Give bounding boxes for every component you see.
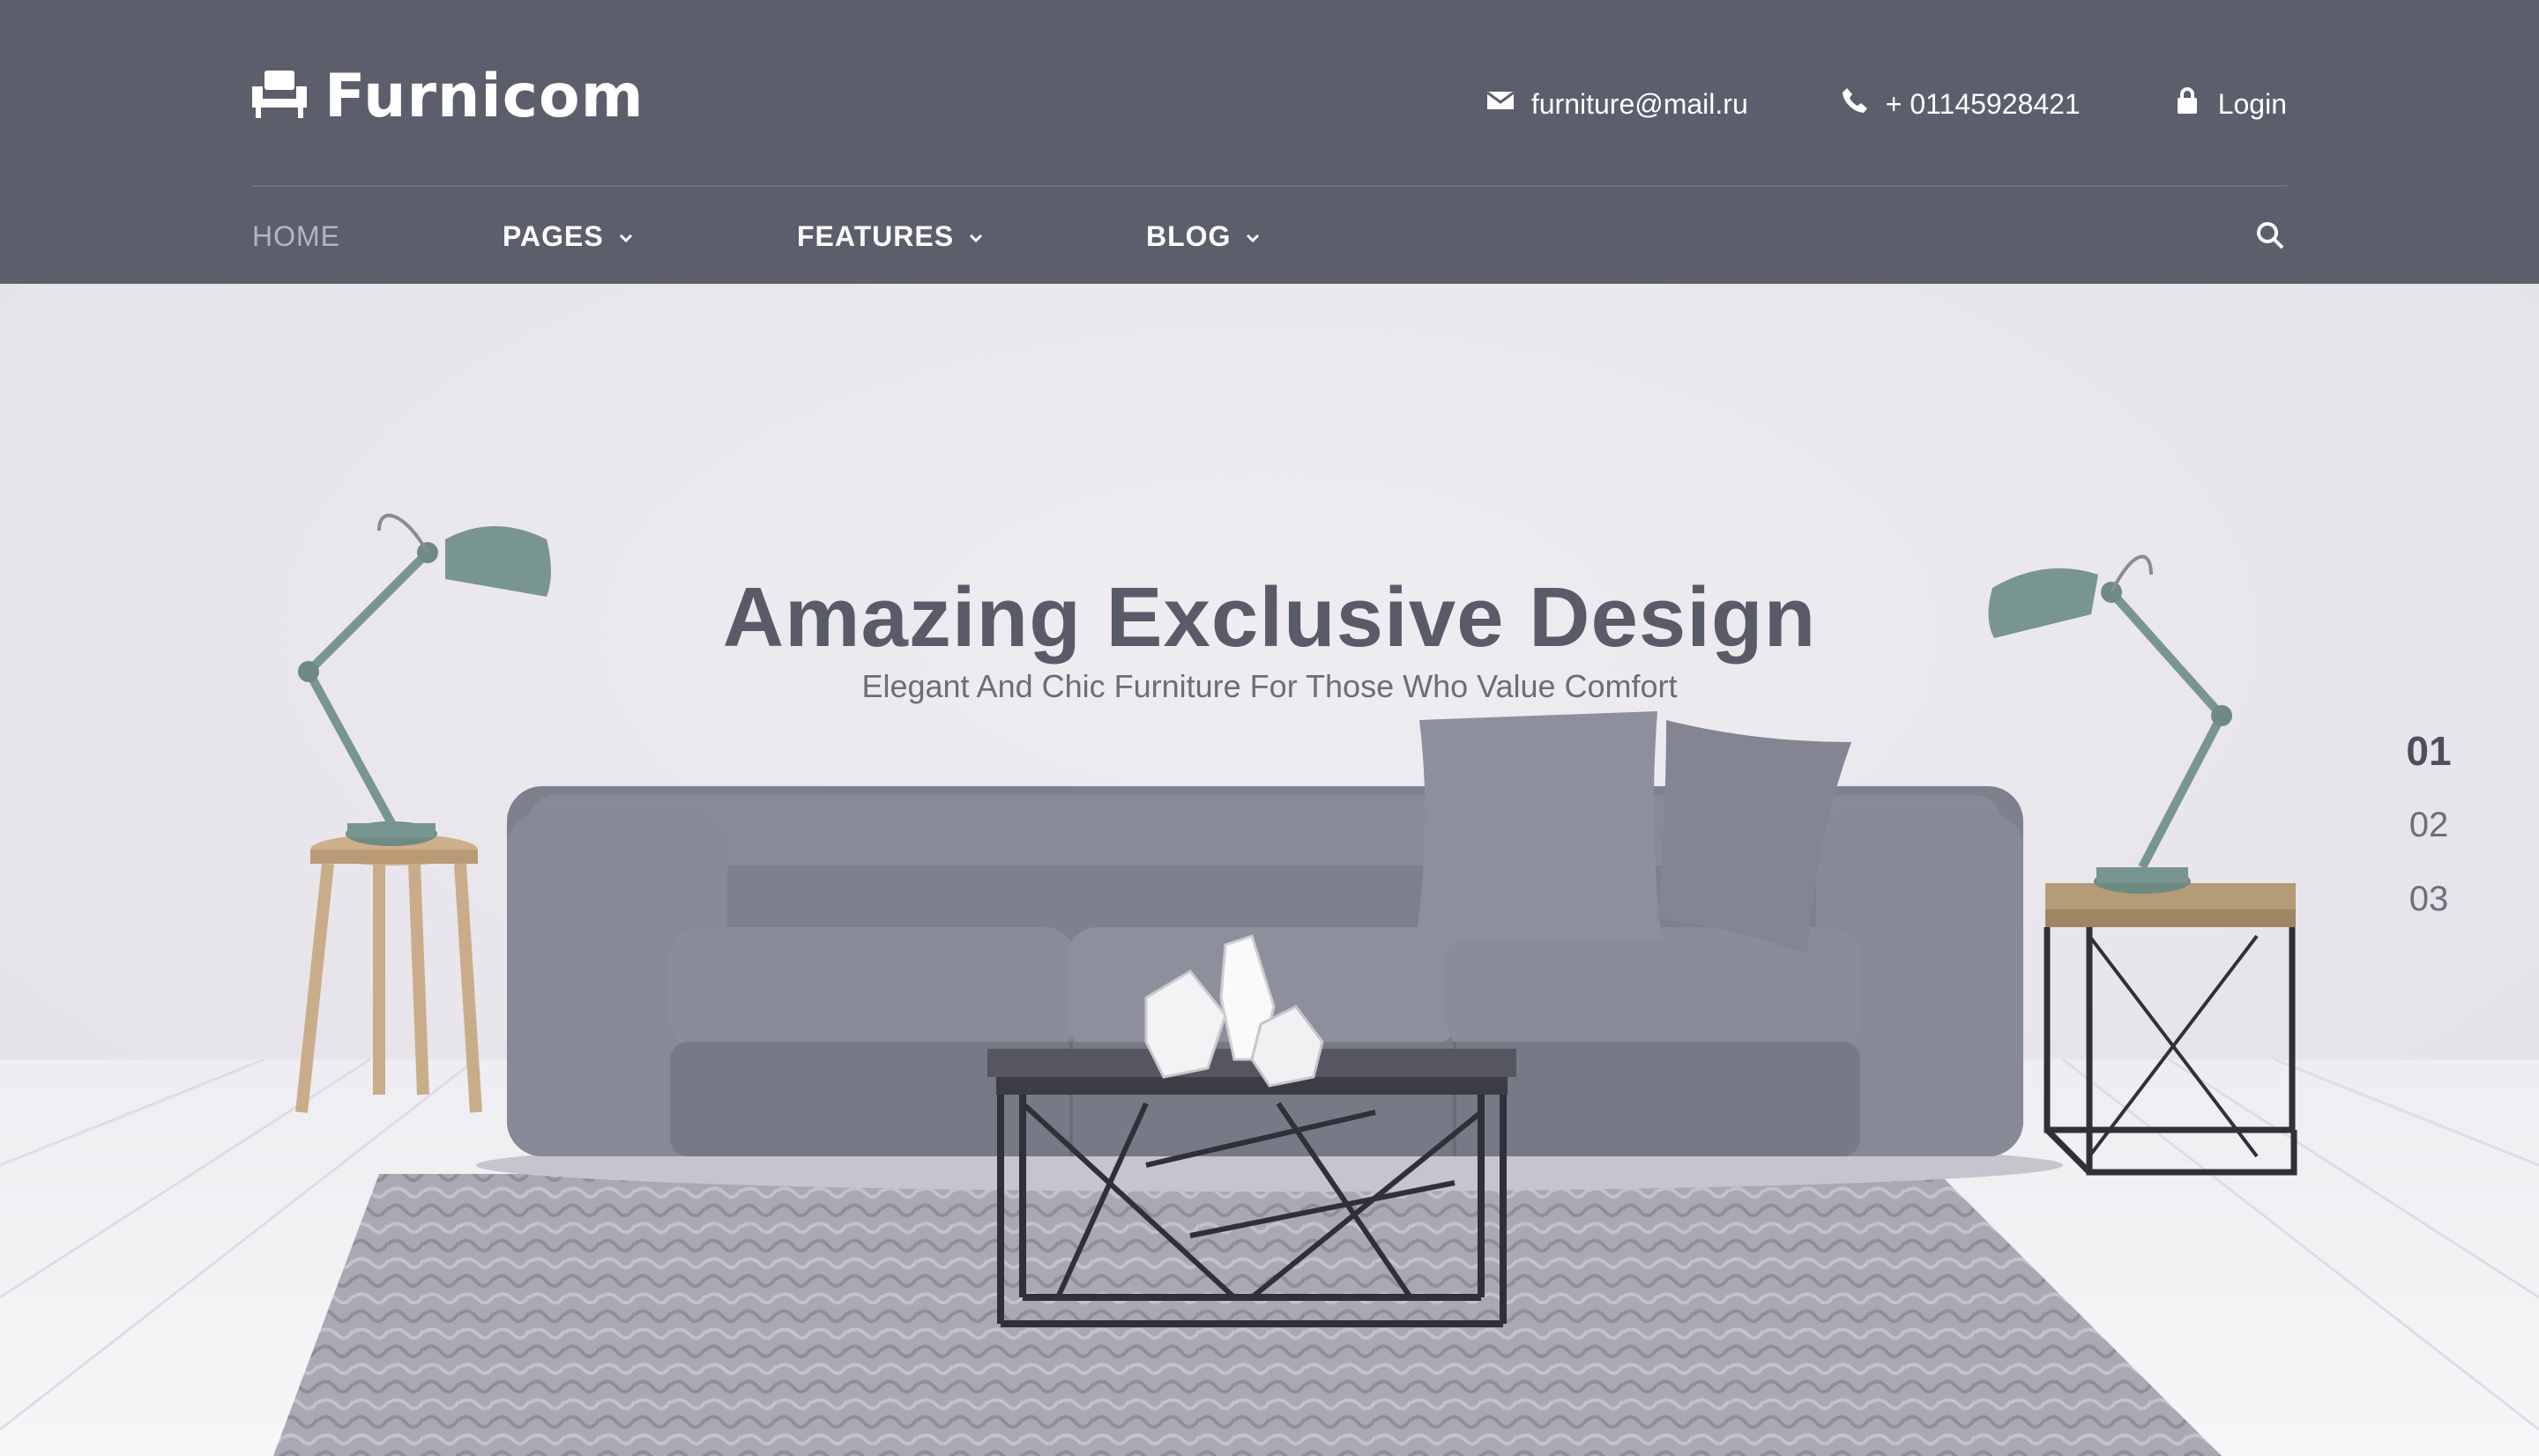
hero-subtitle: Elegant And Chic Furniture For Those Who… [861, 668, 1678, 704]
envelope-icon [1485, 85, 1515, 123]
nav-home-label: HOME [252, 219, 340, 252]
search-icon [2253, 222, 2287, 256]
nav-features-label: FEATURES [797, 219, 955, 252]
login-text: Login [2217, 87, 2287, 120]
nav-home[interactable]: HOME [252, 217, 340, 256]
phone-text: + 01145928421 [1885, 87, 2081, 120]
slide-dot-2[interactable]: 02 [2409, 788, 2449, 862]
hero-slider: Amazing Exclusive Design Elegant And Chi… [0, 284, 2539, 1456]
chevron-down-icon [968, 220, 984, 253]
hero-title: Amazing Exclusive Design [722, 570, 1817, 665]
email-link[interactable]: furniture@mail.ru [1485, 85, 1748, 123]
top-bar: Furnicom furniture@mail.ru + 01145928421… [252, 0, 2287, 187]
contact-bar: furniture@mail.ru + 01145928421 Login [1485, 78, 2287, 130]
brand-name: Furnicom [324, 61, 644, 131]
email-text: furniture@mail.ru [1530, 87, 1748, 120]
phone-icon [1840, 85, 1870, 123]
search-button[interactable] [2253, 219, 2287, 252]
chevron-down-icon [618, 220, 634, 253]
nav-blog[interactable]: BLOG [1146, 217, 1261, 256]
armchair-icon [252, 67, 307, 126]
slide-pagination: 01 02 03 [2389, 714, 2468, 936]
living-room-image [0, 284, 2539, 1456]
site-header: Furnicom furniture@mail.ru + 01145928421… [0, 0, 2539, 284]
phone-link[interactable]: + 01145928421 [1840, 85, 2081, 123]
nav-features[interactable]: FEATURES [797, 217, 984, 256]
nav-pages[interactable]: PAGES [503, 217, 634, 256]
lock-icon [2172, 85, 2202, 123]
nav-blog-label: BLOG [1146, 219, 1232, 252]
chevron-down-icon [1245, 220, 1261, 253]
nav-pages-label: PAGES [503, 219, 604, 252]
logo[interactable]: Furnicom [252, 56, 644, 136]
slide-dot-1[interactable]: 01 [2406, 714, 2451, 788]
slide-dot-3[interactable]: 03 [2409, 862, 2449, 936]
main-nav: HOME PAGES FEATURES BLOG [252, 187, 2287, 284]
login-link[interactable]: Login [2172, 85, 2287, 123]
